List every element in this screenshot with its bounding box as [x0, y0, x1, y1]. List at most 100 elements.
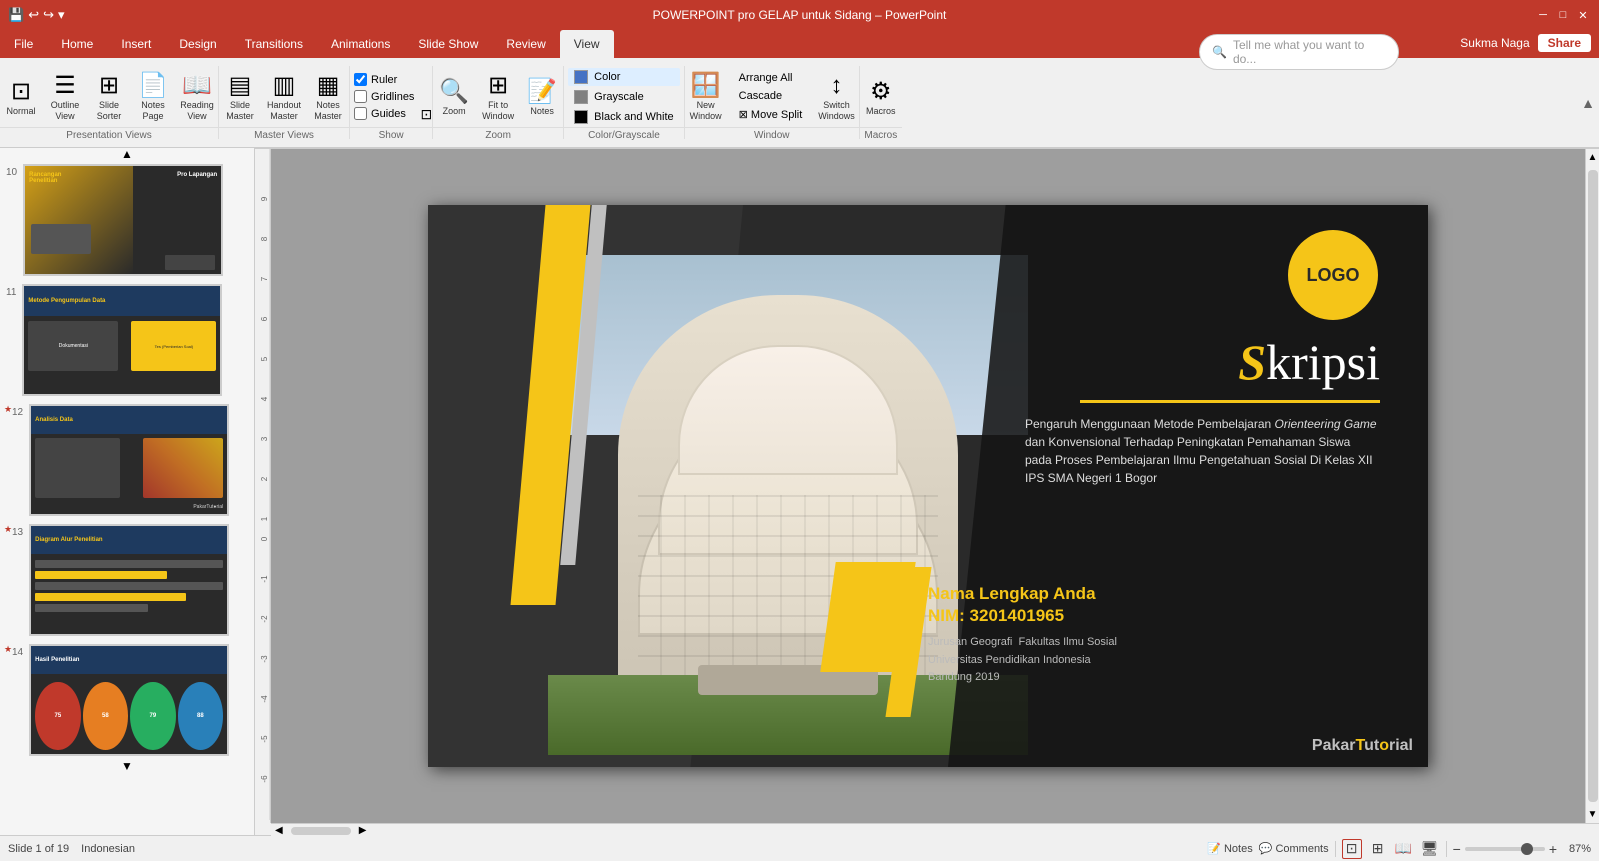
slide-thumb-12[interactable]: Analisis Data PakarTut●rial	[29, 404, 229, 516]
svg-text:-4: -4	[260, 695, 269, 703]
svg-text:1: 1	[260, 516, 269, 521]
zoom-thumb[interactable]	[1521, 843, 1533, 855]
reading-view-status-button[interactable]: 📖	[1394, 839, 1414, 859]
ribbon-collapse-icon[interactable]: ▲	[1581, 95, 1595, 111]
switch-windows-button[interactable]: ↕ SwitchWindows	[814, 70, 859, 124]
tab-review[interactable]: Review	[492, 30, 559, 58]
window-controls[interactable]: ─ □ ✕	[1535, 7, 1591, 23]
tab-file[interactable]: File	[0, 30, 47, 58]
outline-view-label: OutlineView	[51, 100, 80, 122]
gridlines-checkbox[interactable]: Gridlines	[354, 90, 414, 103]
status-bar: Slide 1 of 19 Indonesian 📝 Notes 💬 Comme…	[0, 835, 1599, 861]
slide-panel-scroll-up[interactable]: ▲	[0, 148, 254, 160]
scroll-right-button[interactable]: ▶	[355, 823, 371, 838]
maximize-icon[interactable]: □	[1555, 7, 1571, 23]
notes-master-button[interactable]: ▦ NotesMaster	[307, 69, 349, 124]
color-button[interactable]: Color	[568, 68, 679, 86]
slide-thumb-13[interactable]: Diagram Alur Penelitian	[29, 524, 229, 636]
notes-page-label: NotesPage	[141, 100, 165, 122]
slide-panel-scroll-down[interactable]: ▼	[0, 760, 254, 772]
zoom-slider[interactable]: − + 87%	[1453, 841, 1591, 857]
notes-button[interactable]: 📝 Notes	[521, 75, 563, 119]
slide-thumb-11[interactable]: Metode Pengumpulan Data Dokumentasi Tes …	[22, 284, 222, 396]
notes-status-button[interactable]: 📝 Notes	[1207, 842, 1252, 855]
normal-view-icon: ⊡	[11, 77, 31, 106]
presenter-view-status-button[interactable]: 🖥	[1420, 839, 1440, 859]
slide-thumb-14[interactable]: Hasil Penelitian 75 58 79 88	[29, 644, 229, 756]
tab-design[interactable]: Design	[165, 30, 230, 58]
zoom-track[interactable]	[1465, 847, 1545, 851]
show-expand-icon[interactable]: ⊡	[420, 106, 432, 127]
gridlines-check[interactable]	[354, 90, 367, 103]
slide-item-12[interactable]: ★ 12 Analisis Data PakarTut●rial	[0, 400, 254, 520]
handout-master-button[interactable]: ▥ HandoutMaster	[263, 69, 305, 124]
quick-access-toolbar[interactable]: 💾 ↩ ↪ ▾	[8, 7, 65, 23]
scroll-up-button[interactable]: ▲	[1585, 149, 1599, 166]
normal-view-status-button[interactable]: ⊡	[1342, 839, 1362, 859]
cascade-button[interactable]: Cascade	[733, 88, 809, 104]
main-slide: LOGO Skripsi Pengaruh Menggunaan Metode …	[428, 205, 1428, 767]
scroll-down-button[interactable]: ▼	[1585, 806, 1599, 823]
notes-page-button[interactable]: 📄 NotesPage	[132, 69, 174, 124]
slide-item-11[interactable]: 11 Metode Pengumpulan Data Dokumentasi T…	[0, 280, 254, 400]
arrange-all-button[interactable]: Arrange All	[733, 70, 809, 86]
outline-view-icon: ☰	[54, 71, 76, 100]
comments-button[interactable]: 💬 Comments	[1259, 842, 1329, 855]
tab-slideshow[interactable]: Slide Show	[404, 30, 492, 58]
save-icon[interactable]: 💾	[8, 7, 24, 23]
outline-view-button[interactable]: ☰ OutlineView	[44, 69, 86, 124]
zoom-plus-button[interactable]: +	[1549, 841, 1557, 857]
canvas-container: 9 8 7 6 5 4 3 2 1 0 -1 -2 -3 -4 -5 -6	[255, 149, 1599, 823]
tell-me-bar[interactable]: 🔍 Tell me what you want to do...	[1199, 34, 1399, 70]
guides-checkbox[interactable]: Guides	[354, 107, 414, 120]
ruler-checkbox[interactable]: Ruler	[354, 73, 414, 86]
slide-sorter-button[interactable]: ⊞ SlideSorter	[88, 69, 130, 124]
zoom-level: 87%	[1561, 843, 1591, 855]
scroll-left-button[interactable]: ◀	[271, 823, 287, 838]
undo-icon[interactable]: ↩	[28, 7, 39, 23]
slide-item-14[interactable]: ★ 14 Hasil Penelitian 75 58 79 88	[0, 640, 254, 760]
fit-window-icon: ⊞	[488, 71, 508, 100]
horizontal-scrollbar[interactable]: ◀ ▶	[271, 823, 1599, 837]
grayscale-label: Grayscale	[594, 91, 644, 103]
tab-view[interactable]: View	[560, 30, 614, 58]
slide-canvas-area[interactable]: LOGO Skripsi Pengaruh Menggunaan Metode …	[271, 149, 1585, 823]
slide-thumb-10[interactable]: Pro Lapangan RancanganPenelitian	[23, 164, 223, 276]
black-white-button[interactable]: Black and White	[568, 108, 679, 126]
guides-check[interactable]	[354, 107, 367, 120]
redo-icon[interactable]: ↪	[43, 7, 54, 23]
tab-insert[interactable]: Insert	[107, 30, 165, 58]
status-divider-1	[1335, 841, 1336, 857]
close-icon[interactable]: ✕	[1575, 7, 1591, 23]
brand-o: o	[1379, 737, 1389, 754]
slide-sorter-status-button[interactable]: ⊞	[1368, 839, 1388, 859]
new-window-button[interactable]: 🪟 NewWindow	[685, 69, 727, 124]
s-letter: S	[1238, 334, 1266, 390]
minimize-icon[interactable]: ─	[1535, 7, 1551, 23]
share-button[interactable]: Share	[1538, 34, 1591, 52]
master-views-label: Master Views	[219, 127, 349, 143]
svg-text:9: 9	[260, 196, 269, 201]
notes-page-icon: 📄	[138, 71, 168, 100]
move-split-button[interactable]: ⊠ Move Split	[733, 106, 809, 123]
tab-animations[interactable]: Animations	[317, 30, 404, 58]
zoom-button[interactable]: 🔍 Zoom	[433, 75, 475, 119]
h-scroll-thumb[interactable]	[291, 827, 351, 835]
ruler-check[interactable]	[354, 73, 367, 86]
slide-item-13[interactable]: ★ 13 Diagram Alur Penelitian	[0, 520, 254, 640]
tab-transitions[interactable]: Transitions	[231, 30, 317, 58]
fit-window-button[interactable]: ⊞ Fit toWindow	[477, 69, 519, 124]
slide-master-button[interactable]: ▤ SlideMaster	[219, 69, 261, 124]
vertical-scrollbar[interactable]: ▲ ▼	[1585, 149, 1599, 823]
normal-view-button[interactable]: ⊡ Normal	[0, 75, 42, 119]
color-swatch	[574, 70, 588, 84]
slide-item-10[interactable]: 10 Pro Lapangan RancanganPenelitian	[0, 160, 254, 280]
zoom-minus-button[interactable]: −	[1453, 841, 1461, 857]
reading-view-button[interactable]: 📖 ReadingView	[176, 69, 218, 124]
user-area[interactable]: Sukma Naga Share	[1460, 34, 1591, 52]
grayscale-button[interactable]: Grayscale	[568, 88, 679, 106]
tab-home[interactable]: Home	[47, 30, 107, 58]
customize-icon[interactable]: ▾	[58, 7, 65, 23]
macros-button[interactable]: ⚙ Macros	[860, 75, 902, 119]
scroll-thumb[interactable]	[1588, 170, 1598, 802]
